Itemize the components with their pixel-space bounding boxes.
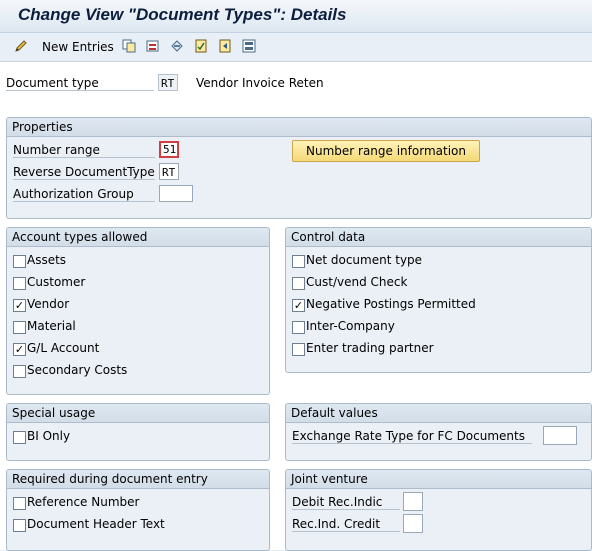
control-data-checkbox[interactable]	[292, 277, 305, 290]
account-type-checkbox[interactable]	[13, 277, 26, 290]
required-entry-label: Document Header Text	[27, 517, 165, 531]
control-data-label: Cust/vend Check	[306, 275, 408, 289]
number-range-field[interactable]: 51	[159, 141, 179, 158]
account-type-label: Secondary Costs	[27, 363, 128, 377]
account-type-checkbox[interactable]	[13, 365, 26, 378]
copy-icon[interactable]	[122, 39, 136, 53]
delete-icon[interactable]	[146, 39, 160, 53]
account-type-label: Customer	[27, 275, 86, 289]
account-type-checkbox[interactable]: ✓	[13, 299, 26, 312]
bi-only-checkbox[interactable]	[13, 431, 26, 444]
new-entries-button[interactable]: New Entries	[42, 40, 114, 54]
authorization-group-field[interactable]	[159, 185, 193, 202]
document-type-field: RT	[158, 74, 178, 91]
title-bar: Change View "Document Types": Details	[0, 0, 592, 33]
bi-only-label: BI Only	[27, 429, 71, 443]
joint-venture-title: Joint venture	[291, 472, 368, 486]
joint-venture-group: Joint venture Debit Rec.Indic Rec.Ind. C…	[285, 469, 592, 551]
control-data-checkbox[interactable]	[292, 343, 305, 356]
account-types-title: Account types allowed	[12, 230, 148, 244]
control-data-label: Inter-Company	[306, 319, 395, 333]
select-all-icon[interactable]	[194, 39, 208, 53]
required-entry-title: Required during document entry	[12, 472, 208, 486]
account-type-checkbox[interactable]: ✓	[13, 343, 26, 356]
exchange-rate-type-label: Exchange Rate Type for FC Documents	[292, 429, 532, 444]
next-entry-icon[interactable]	[242, 39, 256, 53]
account-type-label: G/L Account	[27, 341, 100, 355]
exchange-rate-type-field[interactable]	[543, 426, 577, 445]
control-data-group: Control data Net document type Cust/vend …	[285, 227, 592, 373]
number-range-label: Number range	[13, 143, 155, 158]
debit-rec-indic-field[interactable]	[403, 492, 423, 511]
required-entry-checkbox[interactable]	[13, 519, 26, 532]
authorization-group-label: Authorization Group	[13, 187, 155, 202]
required-entry-checkbox[interactable]	[13, 497, 26, 510]
account-type-label: Material	[27, 319, 76, 333]
control-data-label: Net document type	[306, 253, 423, 267]
credit-rec-indic-field[interactable]	[403, 514, 423, 533]
edit-pencil-icon[interactable]	[14, 39, 28, 53]
properties-group: Properties Number range 51 Reverse Docum…	[6, 117, 592, 219]
credit-rec-indic-label: Rec.Ind. Credit	[292, 517, 400, 532]
control-data-label: Negative Postings Permitted	[306, 297, 476, 311]
page-title: Change View "Document Types": Details	[18, 5, 347, 24]
control-data-checkbox[interactable]	[292, 255, 305, 268]
required-entry-group: Required during document entry Reference…	[6, 469, 270, 551]
previous-entry-icon[interactable]	[218, 39, 232, 53]
account-type-checkbox[interactable]	[13, 255, 26, 268]
account-type-label: Vendor	[27, 297, 70, 311]
control-data-label: Enter trading partner	[306, 341, 434, 355]
application-toolbar: New Entries	[0, 33, 592, 62]
special-usage-title: Special usage	[12, 406, 96, 420]
default-values-title: Default values	[291, 406, 378, 420]
control-data-checkbox[interactable]	[292, 321, 305, 334]
document-type-description: Vendor Invoice Reten	[196, 76, 324, 90]
number-range-info-button[interactable]: Number range information	[292, 140, 480, 162]
undo-change-icon[interactable]	[170, 39, 184, 53]
properties-title: Properties	[12, 120, 73, 134]
account-type-checkbox[interactable]	[13, 321, 26, 334]
account-type-label: Assets	[27, 253, 67, 267]
document-type-label: Document type	[6, 76, 154, 91]
reverse-doc-type-field[interactable]: RT	[159, 163, 179, 180]
debit-rec-indic-label: Debit Rec.Indic	[292, 495, 400, 510]
required-entry-label: Reference Number	[27, 495, 140, 509]
special-usage-group: Special usage BI Only	[6, 403, 270, 461]
control-data-checkbox[interactable]: ✓	[292, 299, 305, 312]
main-content: Document type RT Vendor Invoice Reten Pr…	[0, 62, 592, 551]
default-values-group: Default values Exchange Rate Type for FC…	[285, 403, 592, 461]
reverse-doc-type-label: Reverse DocumentType	[13, 165, 155, 180]
account-types-group: Account types allowed Assets Customer ✓ Ven…	[6, 227, 270, 395]
control-data-title: Control data	[291, 230, 366, 244]
